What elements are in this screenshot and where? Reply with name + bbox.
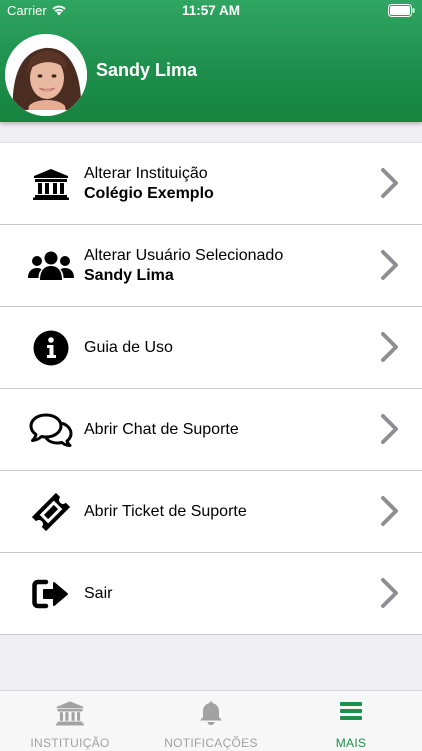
settings-menu: Alterar Instituição Colégio Exemplo Alte…	[0, 142, 422, 635]
users-icon	[28, 243, 74, 289]
chevron-right-icon	[380, 413, 400, 450]
profile-name: Sandy Lima	[96, 60, 198, 80]
menu-item-support-ticket[interactable]: Abrir Ticket de Suporte	[0, 471, 422, 553]
ticket-icon	[28, 489, 74, 535]
info-icon	[28, 325, 74, 371]
menu-icon	[339, 700, 363, 728]
tab-institution[interactable]: INSTITUIÇÃO	[20, 691, 120, 751]
menu-item-sublabel: Sandy Lima	[84, 266, 174, 284]
menu-item-label: Abrir Chat de Suporte	[84, 420, 239, 438]
chevron-right-icon	[380, 495, 400, 532]
menu-item-label: Sair	[84, 584, 113, 602]
bell-icon	[199, 700, 223, 728]
menu-item-change-institution[interactable]: Alterar Instituição Colégio Exemplo	[0, 142, 422, 225]
menu-item-logout[interactable]: Sair	[0, 553, 422, 635]
tab-bar: INSTITUIÇÃO NOTIFICAÇÕES MAIS	[0, 690, 422, 751]
menu-item-label: Abrir Ticket de Suporte	[84, 502, 247, 520]
clock: 11:57 AM	[181, 3, 241, 18]
profile-header: Carrier 11:57 AM Sandy Lima	[0, 0, 422, 122]
tab-notifications[interactable]: NOTIFICAÇÕES	[156, 691, 266, 751]
tab-more[interactable]: MAIS	[316, 691, 386, 751]
menu-item-label: Guia de Uso	[84, 338, 173, 356]
menu-item-support-chat[interactable]: Abrir Chat de Suporte	[0, 389, 422, 471]
menu-item-user-guide[interactable]: Guia de Uso	[0, 307, 422, 389]
institution-icon	[56, 700, 84, 728]
tab-label: NOTIFICAÇÕES	[164, 736, 258, 750]
institution-icon	[28, 161, 74, 207]
menu-item-sublabel: Colégio Exemplo	[84, 184, 214, 202]
menu-item-label: Alterar Instituição	[84, 164, 208, 182]
menu-item-change-user[interactable]: Alterar Usuário Selecionado Sandy Lima	[0, 225, 422, 307]
chevron-right-icon	[380, 249, 400, 286]
menu-item-label: Alterar Usuário Selecionado	[84, 246, 284, 264]
tab-label: INSTITUIÇÃO	[30, 736, 110, 750]
chat-icon	[28, 407, 74, 453]
chevron-right-icon	[380, 167, 400, 204]
tab-label: MAIS	[335, 736, 367, 750]
chevron-right-icon	[380, 577, 400, 614]
battery-icon	[388, 4, 415, 20]
avatar[interactable]	[5, 34, 87, 116]
chevron-right-icon	[380, 331, 400, 368]
sign-out-icon	[28, 571, 74, 617]
status-bar: Carrier 11:57 AM	[0, 0, 422, 22]
